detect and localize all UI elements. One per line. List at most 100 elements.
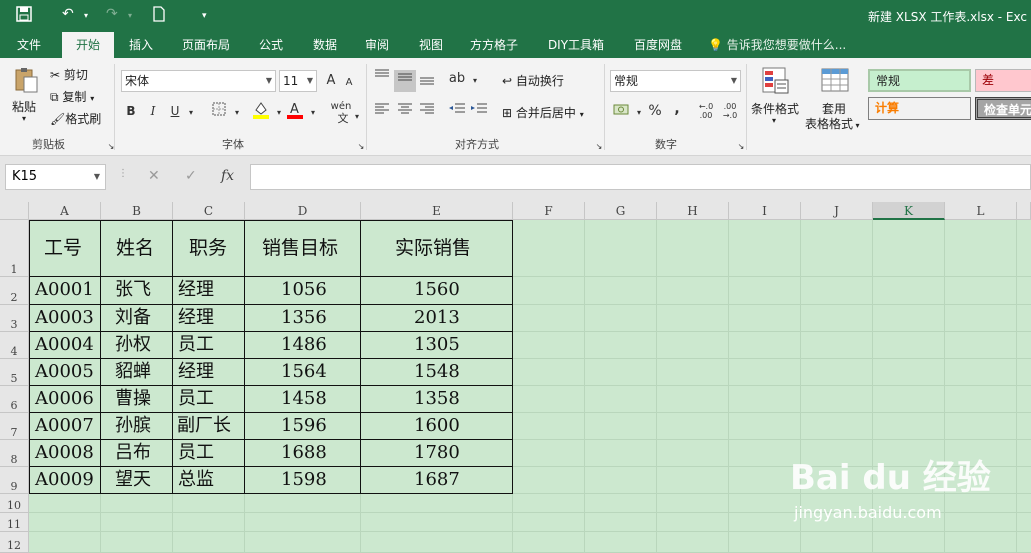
format-painter-button[interactable]: 🖌格式刷	[50, 110, 101, 127]
data-cell[interactable]: 曹操	[115, 386, 151, 412]
data-cell[interactable]: 1560	[414, 277, 460, 303]
data-cell[interactable]: A0008	[35, 440, 94, 466]
orientation-icon[interactable]: ab	[448, 70, 466, 88]
data-cell[interactable]: 2013	[414, 305, 460, 331]
data-cell[interactable]: A0003	[35, 305, 94, 331]
data-cell[interactable]: A0001	[35, 277, 94, 303]
paste-dropdown-icon[interactable]: ▾	[22, 114, 26, 123]
undo-dropdown-icon[interactable]: ▾	[84, 11, 88, 20]
tab-diy-toolbox[interactable]: DIY工具箱	[540, 32, 612, 58]
column-header-g[interactable]: G	[585, 202, 657, 220]
data-cell[interactable]: 1688	[281, 440, 327, 466]
undo-icon[interactable]: ↶	[62, 6, 74, 22]
font-name-select[interactable]: 宋体 ▼	[121, 70, 276, 92]
data-cell[interactable]: 经理	[178, 359, 214, 385]
currency-icon[interactable]	[612, 102, 630, 120]
conditional-format-button[interactable]: 条件格式	[751, 100, 799, 117]
data-cell[interactable]: 孙膑	[115, 413, 151, 439]
column-header-e[interactable]: E	[361, 202, 513, 220]
column-header-h[interactable]: H	[657, 202, 729, 220]
row-header-6[interactable]: 6	[0, 386, 29, 413]
number-launcher-icon[interactable]: ↘	[732, 138, 750, 156]
column-header-c[interactable]: C	[173, 202, 245, 220]
number-format-select[interactable]: 常规 ▼	[610, 70, 741, 92]
tab-page-layout[interactable]: 页面布局	[174, 32, 238, 58]
phonetic-dropdown-icon[interactable]: ▾	[348, 108, 366, 126]
data-cell[interactable]: 1486	[281, 332, 327, 358]
row-header-5[interactable]: 5	[0, 359, 29, 386]
comma-button[interactable]: ,	[668, 100, 686, 118]
cancel-icon[interactable]: ✕	[148, 168, 160, 184]
column-header-f[interactable]: F	[513, 202, 585, 220]
data-cell[interactable]: 1548	[414, 359, 460, 385]
header-cell-b[interactable]: 姓名	[116, 220, 154, 277]
merge-center-button[interactable]: ⊞ 合并后居中 ▾	[502, 104, 584, 121]
header-cell-a[interactable]: 工号	[44, 220, 82, 277]
column-header-b[interactable]: B	[101, 202, 173, 220]
row-header-7[interactable]: 7	[0, 413, 29, 440]
row-header-10[interactable]: 10	[0, 494, 29, 513]
grow-font-icon[interactable]: A	[322, 72, 340, 90]
data-cell[interactable]: A0005	[35, 359, 94, 385]
tab-review[interactable]: 审阅	[356, 32, 398, 58]
italic-button[interactable]: I	[144, 102, 162, 120]
data-cell[interactable]: 吕布	[115, 440, 151, 466]
column-header-l[interactable]: L	[945, 202, 1017, 220]
tab-view[interactable]: 视图	[410, 32, 452, 58]
data-cell[interactable]: 1687	[414, 467, 460, 493]
decrease-decimal-icon[interactable]: .00 →.0	[720, 102, 740, 120]
style-calculation[interactable]: 计算	[868, 97, 971, 120]
data-cell[interactable]: 总监	[178, 467, 214, 493]
column-header-a[interactable]: A	[29, 202, 101, 220]
data-cell[interactable]: A0006	[35, 386, 94, 412]
data-cell[interactable]: 经理	[178, 277, 214, 303]
style-check-cell[interactable]: 检查单元	[975, 97, 1031, 120]
data-cell[interactable]: 1358	[414, 386, 460, 412]
data-cell[interactable]: 1356	[281, 305, 327, 331]
row-header-3[interactable]: 3	[0, 305, 29, 332]
row-header-9[interactable]: 9	[0, 467, 29, 494]
font-color-dropdown-icon[interactable]: ▾	[304, 104, 322, 122]
header-cell-e[interactable]: 实际销售	[395, 220, 471, 277]
row-header-4[interactable]: 4	[0, 332, 29, 359]
data-cell[interactable]: 1780	[414, 440, 460, 466]
tab-home[interactable]: 开始	[62, 32, 114, 58]
align-middle-icon[interactable]	[394, 70, 416, 92]
wrap-text-button[interactable]: ↩ 自动换行	[502, 72, 564, 89]
data-cell[interactable]: A0009	[35, 467, 94, 493]
data-cell[interactable]: 貂蝉	[115, 359, 151, 385]
increase-indent-icon[interactable]	[470, 102, 488, 120]
align-right-icon[interactable]	[418, 102, 436, 120]
data-cell[interactable]: 1600	[414, 413, 460, 439]
data-cell[interactable]: 1598	[281, 467, 327, 493]
align-center-icon[interactable]	[396, 102, 414, 120]
fill-color-icon[interactable]	[252, 100, 270, 119]
row-header-11[interactable]: 11	[0, 513, 29, 532]
orientation-dropdown-icon[interactable]: ▾	[466, 72, 484, 90]
data-cell[interactable]: 张飞	[115, 277, 151, 303]
format-as-table-icon[interactable]	[820, 66, 850, 96]
formula-input[interactable]	[250, 164, 1031, 190]
border-dropdown-icon[interactable]: ▾	[228, 104, 246, 122]
decrease-indent-icon[interactable]	[448, 102, 466, 120]
data-cell[interactable]: 孙权	[115, 332, 151, 358]
paste-button[interactable]: 粘贴	[12, 98, 36, 115]
row-header-1[interactable]: 1	[0, 220, 29, 277]
header-cell-c[interactable]: 职务	[189, 220, 227, 277]
data-cell[interactable]: 望天	[115, 467, 151, 493]
data-cell[interactable]: 1596	[281, 413, 327, 439]
data-cell[interactable]: A0004	[35, 332, 94, 358]
data-cell[interactable]: 经理	[178, 305, 214, 331]
conditional-format-icon[interactable]	[760, 66, 790, 96]
insert-function-icon[interactable]: fx	[221, 168, 234, 184]
customize-icon[interactable]: ▾	[202, 11, 207, 21]
conditional-format-dropdown-icon[interactable]: ▾	[772, 116, 776, 125]
tab-fangfang[interactable]: 方方格子	[462, 32, 526, 58]
align-bottom-icon[interactable]	[418, 72, 436, 90]
font-size-select[interactable]: 11 ▼	[279, 70, 317, 92]
align-left-icon[interactable]	[373, 102, 391, 120]
style-bad[interactable]: 差	[975, 69, 1031, 92]
new-doc-icon[interactable]	[152, 6, 166, 26]
font-launcher-icon[interactable]: ↘	[352, 138, 370, 156]
align-top-icon[interactable]	[373, 68, 391, 86]
